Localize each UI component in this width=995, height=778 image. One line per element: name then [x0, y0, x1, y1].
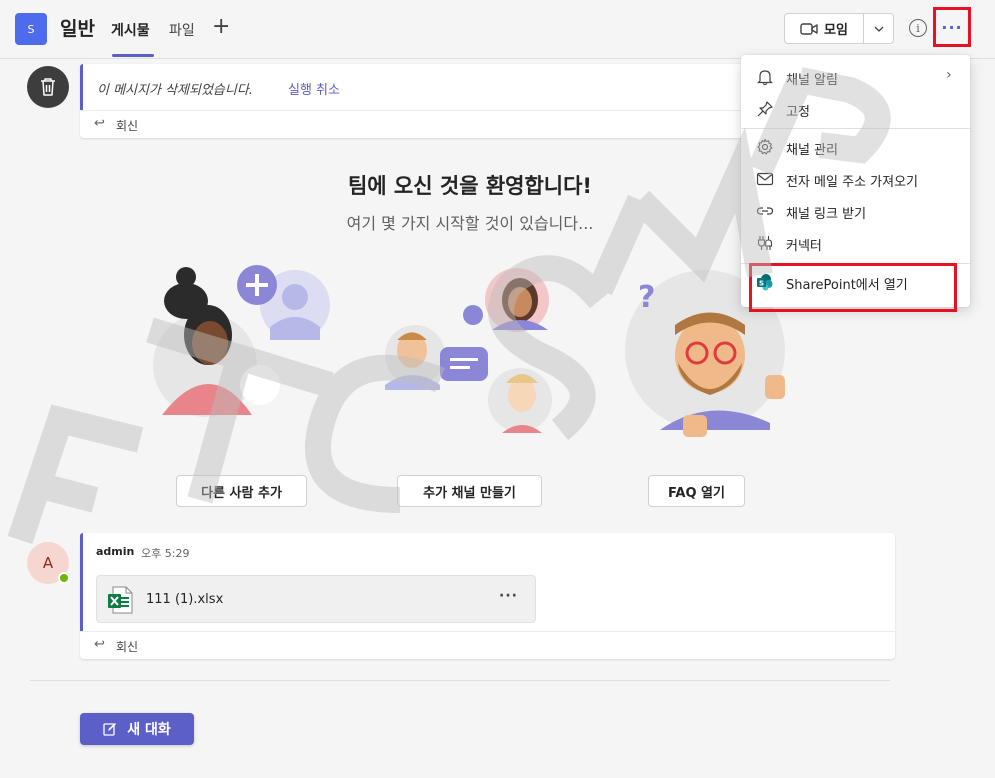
deleted-message-text: 이 메시지가 삭제되었습니다.	[97, 83, 253, 98]
reply-icon: ↩	[94, 637, 105, 652]
sharepoint-highlight-box	[749, 263, 957, 312]
active-tab-indicator	[112, 54, 154, 57]
more-options-button[interactable]: ···	[933, 7, 971, 47]
more-options-icon: ···	[941, 17, 963, 37]
add-people-button[interactable]: 다른 사람 추가	[176, 475, 307, 507]
reply-button[interactable]: ↩ 회신	[80, 631, 895, 659]
reply-label: 회신	[116, 119, 139, 133]
bell-icon	[757, 70, 773, 86]
message-card: admin 오후 5:29 111 (1).xlsx ··· ↩ 회신	[80, 533, 895, 659]
welcome-title: 팀에 오신 것을 환영합니다!	[347, 174, 593, 198]
meet-label: 모임	[824, 23, 848, 38]
video-camera-icon	[800, 22, 818, 35]
tab-files[interactable]: 파일	[169, 20, 195, 40]
menu-divider	[741, 128, 970, 129]
message-accent-bar	[80, 64, 83, 110]
excel-file-icon	[108, 586, 133, 614]
new-conversation-button[interactable]: 새 대화	[80, 713, 194, 745]
plus-icon[interactable]: +	[212, 16, 230, 38]
compose-icon	[103, 723, 117, 736]
reply-label: 회신	[116, 640, 139, 654]
info-icon[interactable]: i	[909, 19, 927, 37]
undo-link[interactable]: 실행 취소	[288, 79, 340, 98]
message-accent-bar	[80, 533, 83, 631]
mail-icon	[756, 172, 774, 186]
meet-now-button[interactable]: 모임	[785, 14, 863, 43]
pin-icon	[757, 101, 773, 117]
menu-item-label: 채널 관리	[786, 143, 838, 158]
menu-item-label: 전자 메일 주소 가져오기	[786, 175, 918, 190]
file-attachment[interactable]: 111 (1).xlsx ···	[96, 575, 536, 623]
new-conversation-label: 새 대화	[127, 722, 171, 738]
meet-button[interactable]: 모임	[784, 13, 894, 44]
file-name: 111 (1).xlsx	[146, 592, 224, 607]
deleted-message-avatar	[27, 66, 69, 108]
meet-dropdown-button[interactable]	[864, 14, 893, 43]
trash-icon	[41, 78, 55, 96]
welcome-illustration: ?	[153, 265, 785, 437]
svg-text:?: ?	[638, 280, 655, 315]
message-author: admin	[96, 545, 135, 558]
channel-header: S 일반 게시물 파일 + 모임 i ···	[0, 0, 995, 58]
team-avatar[interactable]: S	[15, 13, 47, 45]
chevron-right-icon: ›	[946, 67, 952, 83]
menu-item-channel-notifications[interactable]: 채널 알림 ›	[741, 61, 970, 93]
open-faq-button[interactable]: FAQ 열기	[648, 475, 745, 507]
compose-divider	[30, 680, 890, 681]
menu-item-get-email-address[interactable]: 전자 메일 주소 가져오기	[741, 163, 970, 195]
menu-item-label: 커넥터	[786, 239, 822, 254]
chevron-down-icon	[874, 26, 883, 32]
channel-name: 일반	[60, 18, 95, 40]
menu-item-manage-channel[interactable]: 채널 관리	[741, 131, 970, 163]
welcome-subtitle: 여기 몇 가지 시작할 것이 있습니다...	[346, 214, 594, 233]
file-more-options-icon[interactable]: ···	[499, 588, 518, 604]
reply-icon: ↩	[94, 116, 105, 131]
menu-item-label: 채널 알림	[786, 73, 838, 88]
create-channel-button[interactable]: 추가 채널 만들기	[397, 475, 542, 507]
presence-available-icon	[58, 572, 70, 584]
menu-item-pin[interactable]: 고정	[741, 93, 970, 125]
connector-icon	[757, 236, 773, 250]
message-timestamp: 오후 5:29	[141, 547, 190, 560]
link-icon	[756, 207, 774, 215]
menu-item-get-link[interactable]: 채널 링크 받기	[741, 195, 970, 227]
gear-icon	[757, 138, 773, 155]
menu-item-label: 고정	[786, 105, 810, 120]
tab-posts[interactable]: 게시물	[111, 20, 150, 40]
menu-item-label: 채널 링크 받기	[786, 207, 867, 222]
menu-item-connectors[interactable]: 커넥터	[741, 227, 970, 259]
